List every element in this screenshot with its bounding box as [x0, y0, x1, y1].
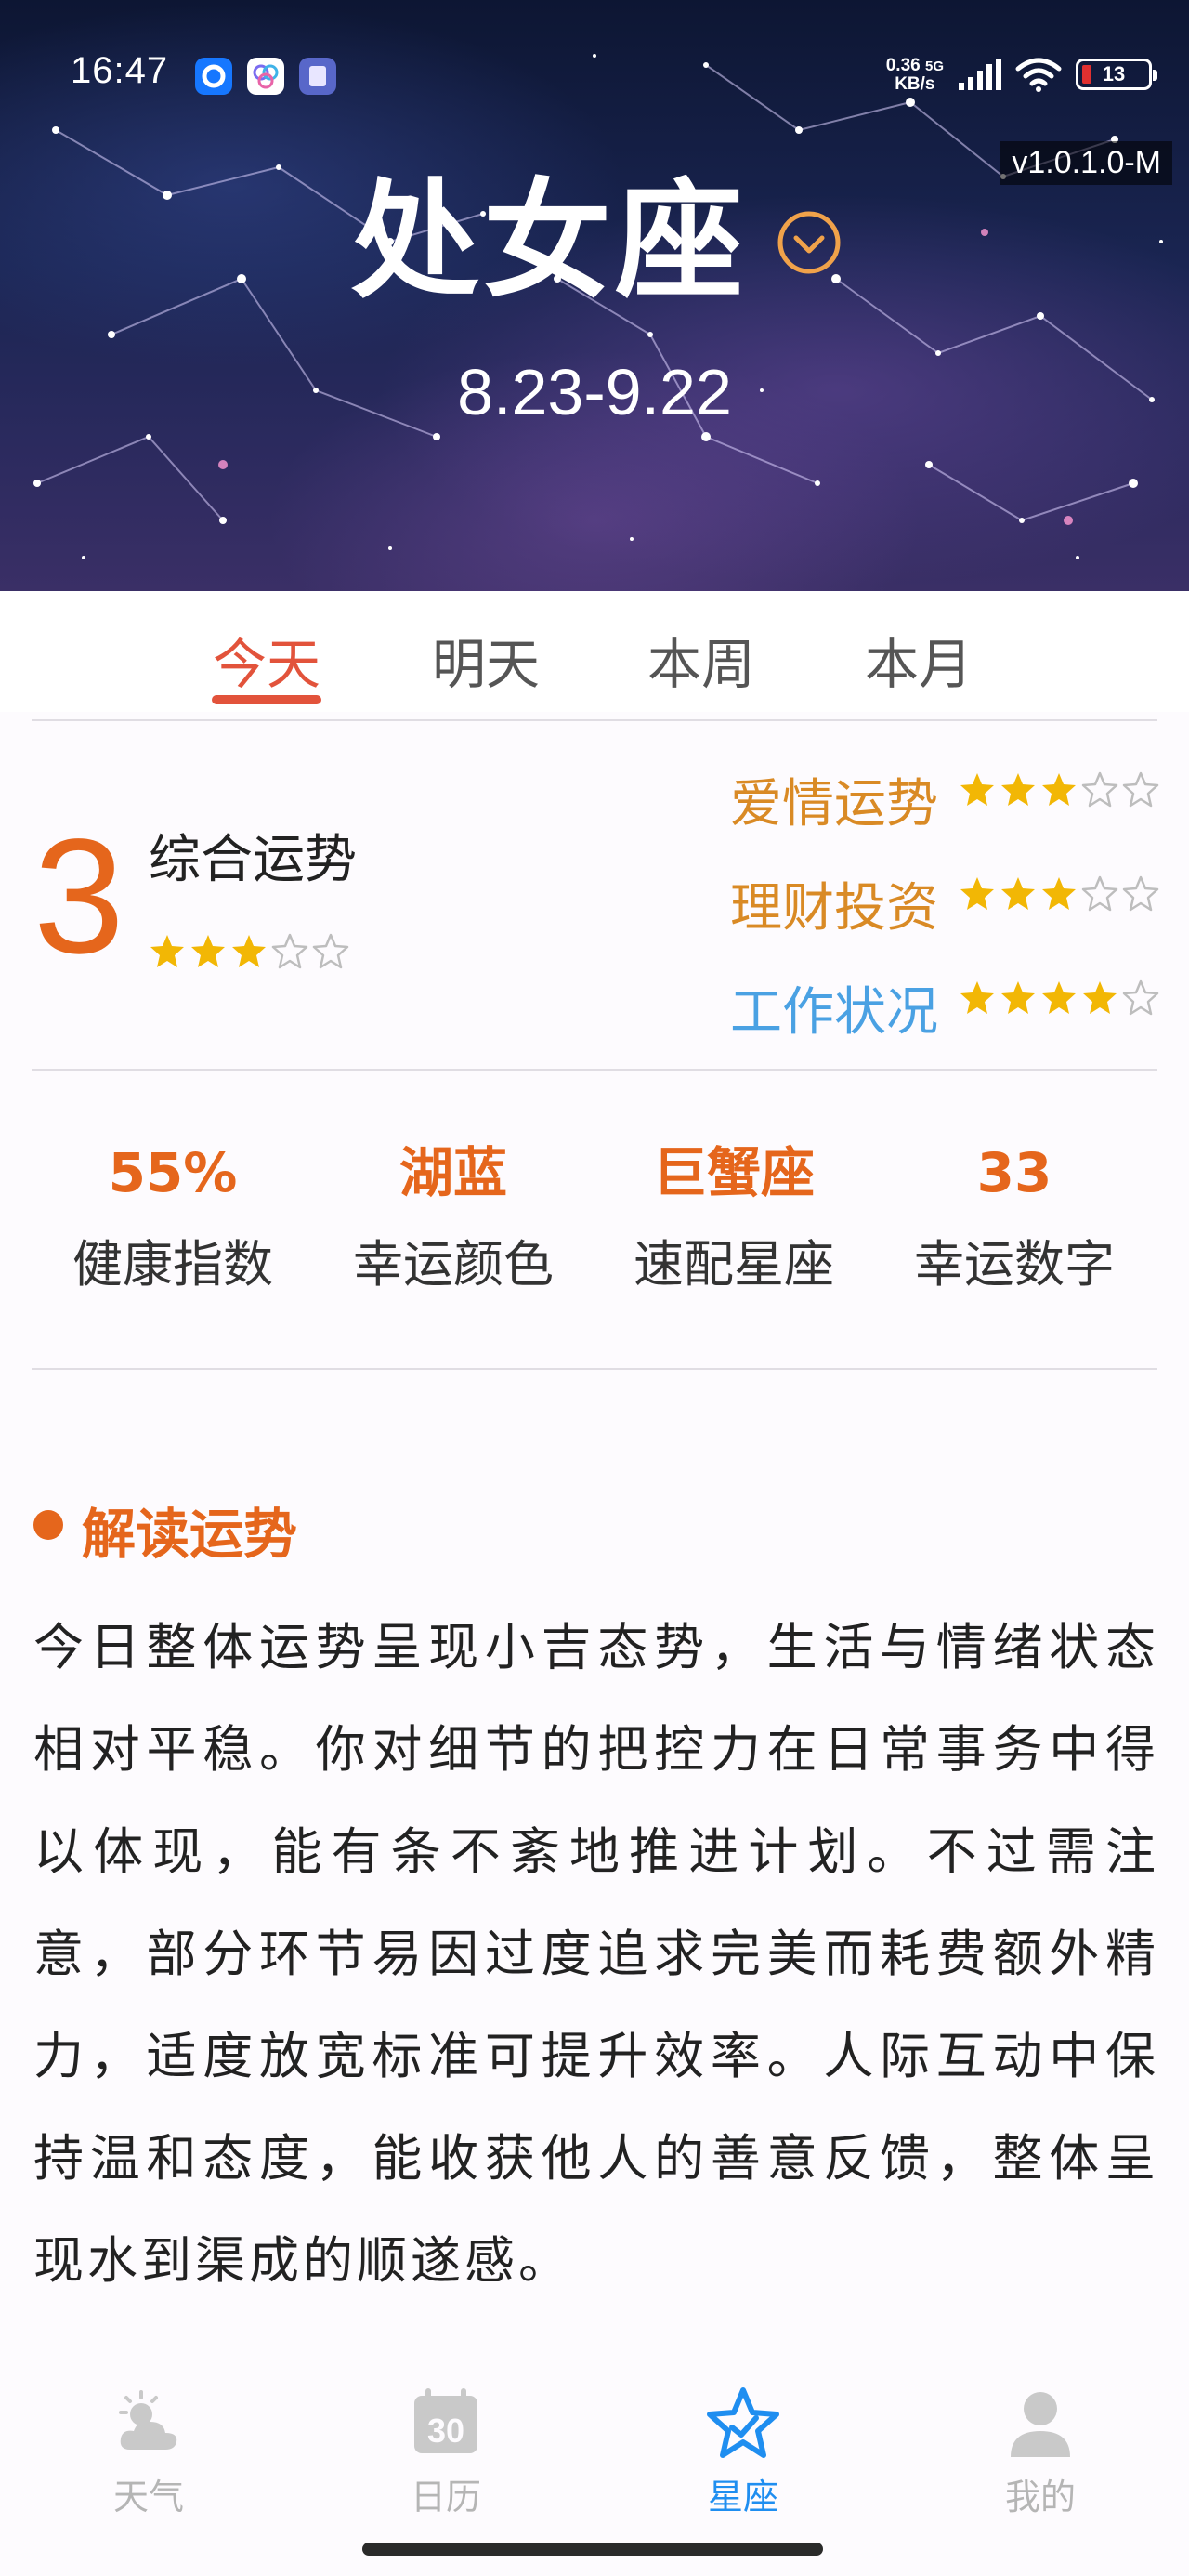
tab-this-month[interactable]: 本月	[844, 621, 993, 699]
period-tabs: 今天 明天 本周 本月	[0, 591, 1189, 712]
stat-lucky-color: 湖蓝 幸运颜色	[314, 1136, 593, 1296]
svg-text:30: 30	[427, 2412, 464, 2450]
star-empty-icon	[1122, 875, 1159, 912]
star-filled-icon	[960, 773, 994, 806]
stat-value: 巨蟹座	[652, 1141, 815, 1204]
star-empty-icon	[1081, 771, 1118, 808]
constellation-header: 16:47 0.36 5G KB/s 13 v1.0.1.0-M 处女座 8.2…	[0, 0, 1189, 591]
weather-icon	[119, 2390, 177, 2450]
bottom-navigation: 天气 30 日历 星座 我的	[0, 2342, 1189, 2524]
active-tab-indicator	[212, 695, 321, 704]
stat-lucky-number: 33 幸运数字	[875, 1136, 1154, 1296]
star-empty-icon	[271, 933, 308, 969]
work-fortune-rating	[959, 979, 1159, 1017]
nav-calendar[interactable]: 30 日历	[353, 2342, 539, 2519]
reading-section-title: 解读运势	[82, 1503, 298, 1566]
star-filled-icon	[1001, 773, 1035, 806]
nav-weather[interactable]: 天气	[56, 2342, 242, 2519]
star-filled-icon	[1042, 773, 1076, 806]
nav-label: 我的	[1004, 2477, 1076, 2517]
section-bullet-icon	[33, 1510, 63, 1540]
calendar-icon: 30	[414, 2388, 477, 2453]
star-filled-icon	[232, 935, 266, 967]
home-indicator[interactable]	[362, 2543, 823, 2556]
status-indicators: 0.36 5G KB/s 13	[885, 54, 1157, 95]
star-filled-icon	[1001, 877, 1035, 910]
stat-health-index: 55% 健康指数	[33, 1136, 312, 1296]
divider	[32, 1368, 1157, 1370]
status-time: 16:47	[71, 50, 169, 91]
work-fortune-label: 工作状况	[730, 982, 938, 1043]
star-filled-icon	[191, 935, 225, 967]
star-filled-icon	[150, 935, 184, 967]
signal-icon	[959, 59, 1001, 90]
fortune-reading-text: 今日整体运势呈现小吉态势，生活与情绪状态相对平稳。你对细节的把控力在日常事务中得…	[33, 1618, 1159, 2290]
stat-value: 湖蓝	[399, 1141, 507, 1204]
overall-rating	[149, 933, 349, 970]
star-filled-icon	[960, 877, 994, 910]
notification-app-icon	[247, 58, 284, 95]
nav-profile[interactable]: 我的	[947, 2342, 1133, 2519]
star-filled-icon	[1042, 877, 1076, 910]
tab-this-week[interactable]: 本周	[627, 621, 776, 699]
chevron-down-circle-icon[interactable]	[777, 210, 842, 275]
notification-app-icon	[299, 58, 336, 95]
star-filled-icon	[1083, 981, 1117, 1014]
version-label: v1.0.1.0-M	[1000, 141, 1172, 185]
star-filled-icon	[960, 981, 994, 1014]
star-empty-icon	[1081, 875, 1118, 912]
star-filled-icon	[1001, 981, 1035, 1014]
overall-score: 3	[33, 806, 124, 988]
stat-match-sign: 巨蟹座 速配星座	[594, 1136, 873, 1296]
zodiac-date-range: 8.23-9.22	[457, 356, 732, 428]
star-empty-icon	[312, 933, 349, 969]
love-fortune-label: 爱情运势	[730, 774, 938, 835]
love-fortune-rating	[959, 771, 1159, 808]
stat-label: 幸运颜色	[353, 1235, 554, 1294]
nav-label: 天气	[112, 2477, 184, 2517]
notification-app-icon	[195, 58, 232, 95]
finance-fortune-rating	[959, 875, 1159, 913]
nav-label: 星座	[707, 2477, 778, 2517]
stat-label: 健康指数	[72, 1235, 273, 1294]
star-empty-icon	[1122, 979, 1159, 1016]
battery-icon: 13	[1076, 59, 1157, 90]
finance-fortune-label: 理财投资	[730, 878, 938, 939]
stat-label: 速配星座	[634, 1235, 834, 1294]
constellation-star-icon	[707, 2387, 779, 2458]
stat-label: 幸运数字	[914, 1235, 1115, 1294]
stat-value: 33	[976, 1141, 1052, 1204]
tab-tomorrow[interactable]: 明天	[412, 621, 560, 699]
profile-icon	[1011, 2392, 1070, 2457]
overall-label: 综合运势	[149, 830, 357, 890]
tab-today[interactable]: 今天	[192, 621, 341, 699]
zodiac-sign-title[interactable]: 处女座	[351, 167, 747, 316]
star-empty-icon	[1122, 771, 1159, 808]
stat-value: 55%	[108, 1141, 238, 1204]
wifi-icon	[1015, 58, 1062, 92]
nav-label: 日历	[410, 2477, 481, 2517]
star-filled-icon	[1042, 981, 1076, 1014]
nav-constellation[interactable]: 星座	[650, 2342, 836, 2519]
network-speed: 0.36 5G KB/s	[885, 55, 944, 94]
divider	[32, 719, 1157, 721]
status-bar: 16:47 0.36 5G KB/s 13	[0, 0, 1189, 149]
divider	[32, 1069, 1157, 1071]
